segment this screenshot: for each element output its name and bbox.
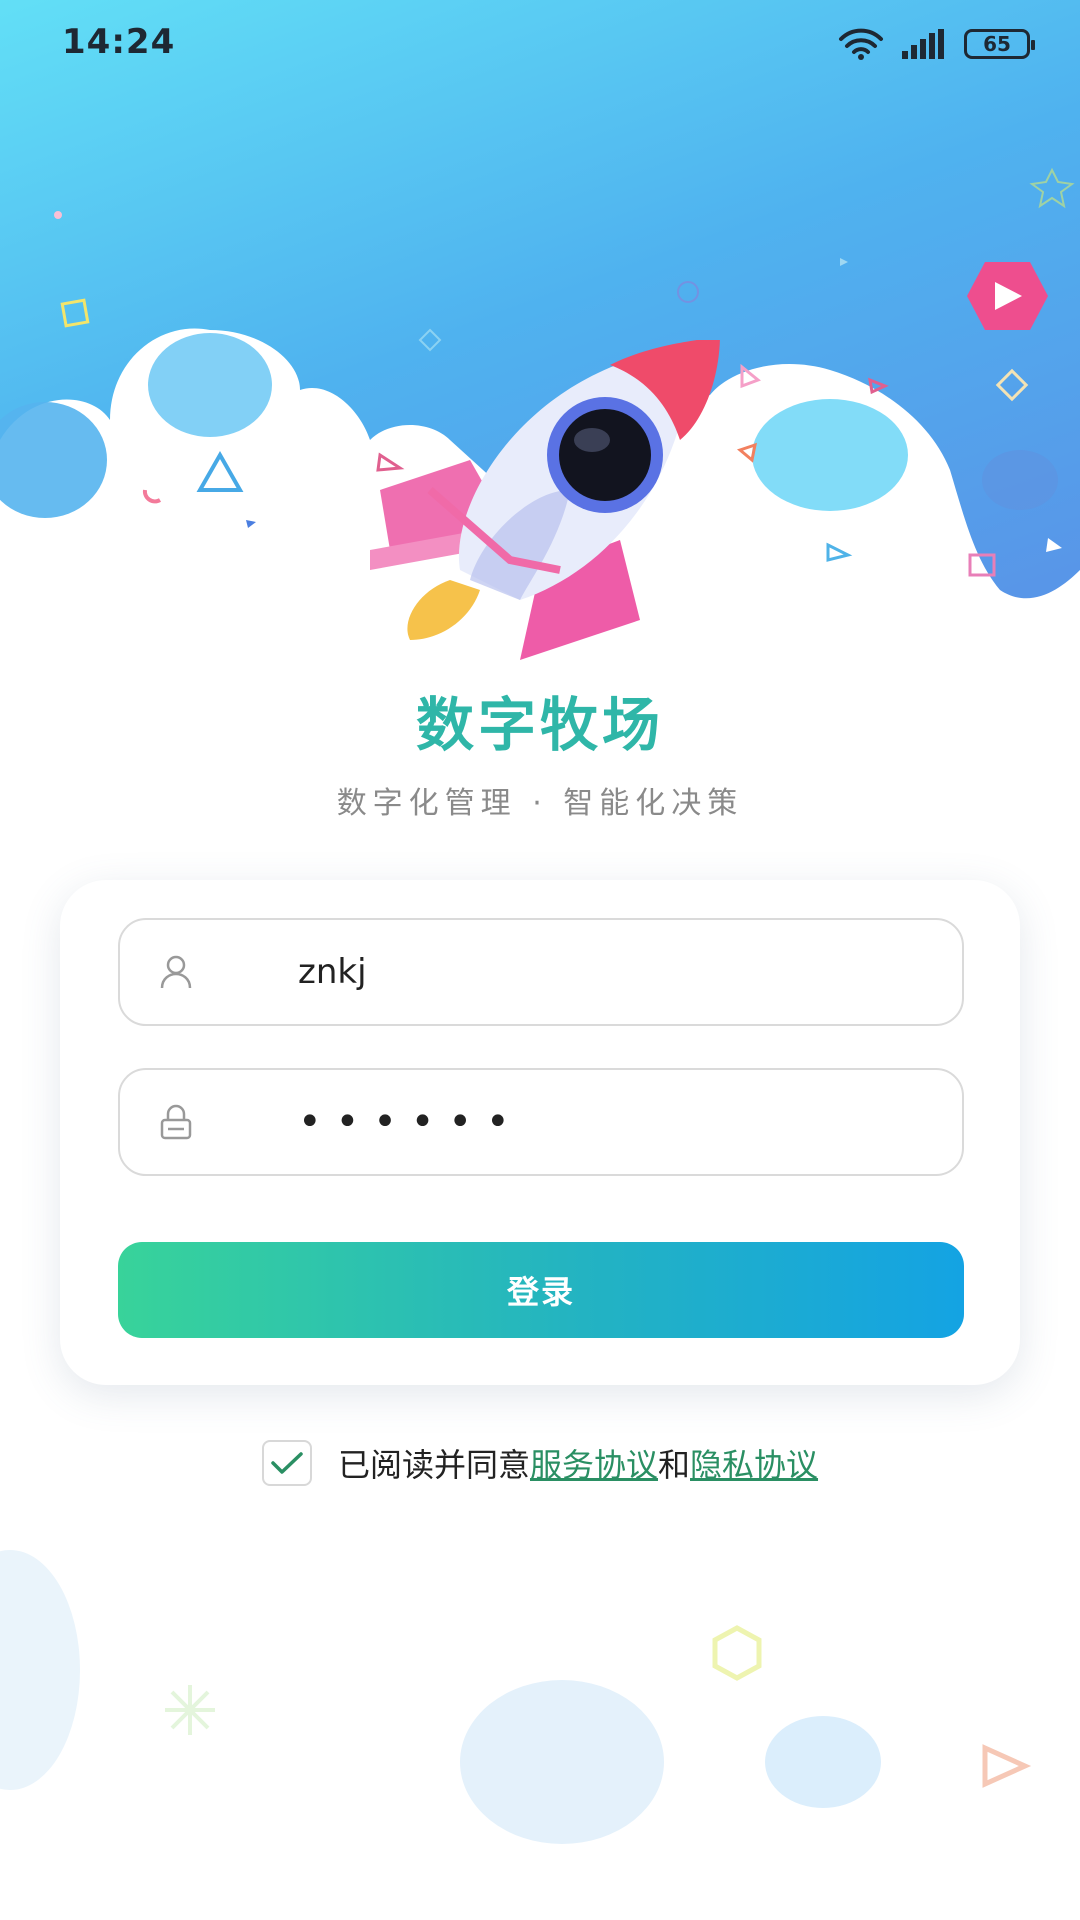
password-value[interactable]: •••••• [298,1070,524,1174]
battery-icon: 65 [964,29,1035,59]
agreement-conjunction: 和 [658,1446,691,1484]
agreement-row: 已阅读并同意 服务协议 和 隐私协议 [0,1438,1080,1488]
status-time: 14:24 [62,22,176,62]
lock-icon [160,1104,192,1140]
battery-level: 65 [983,32,1011,56]
app-subtitle: 数字化管理 · 智能化决策 [336,786,744,821]
bubble-icon [148,333,272,437]
status-icons: 65 [838,24,1035,64]
status-bar: 14:24 65 [0,0,1080,90]
login-card: znkj •••••• 登录 [60,880,1020,1385]
agreement-checkbox[interactable] [261,1440,312,1486]
username-field[interactable]: znkj [118,918,964,1026]
wifi-icon [839,28,883,60]
password-field[interactable]: •••••• [118,1068,964,1176]
user-icon [160,955,192,989]
bottom-decoration [0,1550,1032,1844]
login-button[interactable]: 登录 [118,1242,964,1338]
rocket-illustration [370,340,720,660]
agreement-prefix: 已阅读并同意 [337,1446,530,1484]
username-value[interactable]: znkj [298,920,367,1024]
app-title: 数字牧场 [415,691,664,759]
privacy-agreement-link[interactable]: 隐私协议 [690,1440,818,1486]
service-agreement-link[interactable]: 服务协议 [530,1440,658,1486]
bubble-icon [752,399,908,511]
signal-icon [902,29,944,59]
check-icon [271,1452,303,1474]
